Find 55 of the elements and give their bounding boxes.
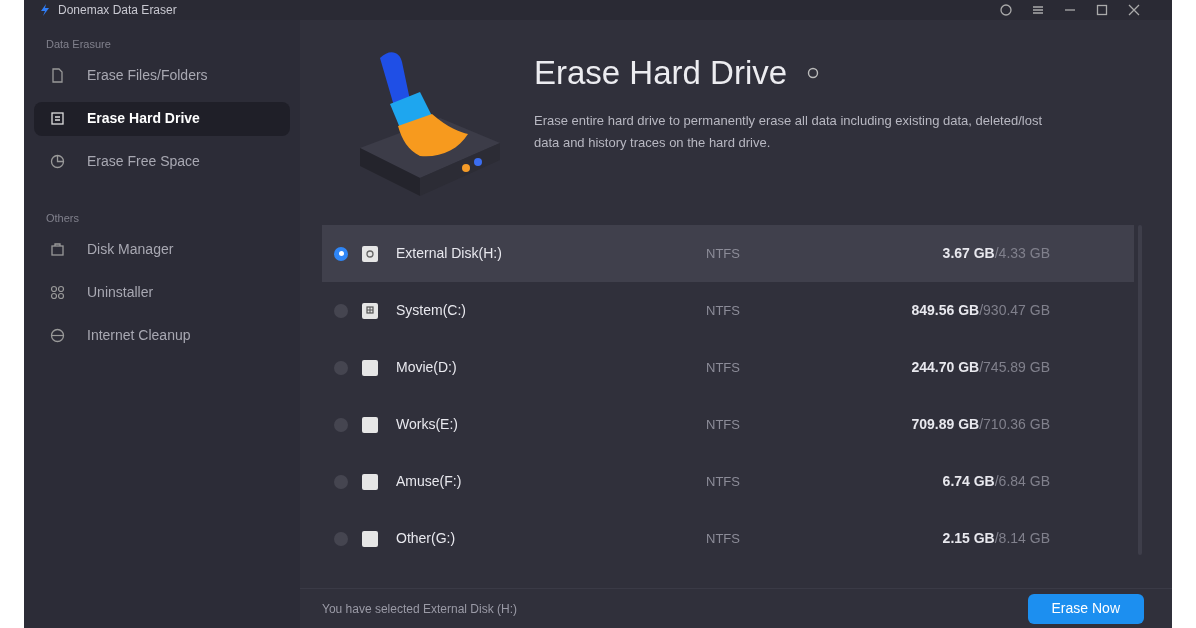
page-title: Erase Hard Drive bbox=[534, 53, 788, 93]
close-icon[interactable] bbox=[1128, 4, 1140, 16]
disk-name: External Disk(H:) bbox=[396, 244, 503, 263]
total-space: /745.89 GB bbox=[979, 358, 1050, 377]
used-space: 244.70 GB bbox=[911, 358, 980, 377]
used-space: 3.67 GB bbox=[942, 244, 995, 263]
file-system: NTFS bbox=[706, 301, 741, 320]
used-space: 709.89 GB bbox=[911, 415, 980, 434]
briefcase-icon bbox=[50, 241, 65, 257]
window-title: Donemax Data Eraser bbox=[58, 2, 177, 19]
disk-name: Movie(D:) bbox=[396, 358, 458, 377]
used-space: 2.15 GB bbox=[942, 529, 995, 548]
total-space: /6.84 GB bbox=[994, 472, 1050, 491]
menu-icon[interactable] bbox=[1032, 4, 1044, 16]
sidebar-item[interactable]: Uninstaller bbox=[34, 275, 290, 309]
grid-icon bbox=[50, 284, 65, 300]
disk-row[interactable]: External Disk(H:) NTFS 3.67 GB/4.33 GB bbox=[322, 225, 1134, 282]
total-space: /710.36 GB bbox=[979, 415, 1050, 434]
file-system: NTFS bbox=[706, 244, 741, 263]
sidebar-item[interactable]: Erase Free Space bbox=[34, 144, 290, 179]
app-logo-icon bbox=[40, 4, 50, 16]
sidebar-item[interactable]: Erase Files/Folders bbox=[34, 58, 290, 93]
used-space: 6.74 GB bbox=[942, 472, 995, 491]
refresh-icon[interactable] bbox=[807, 66, 820, 79]
total-space: /4.33 GB bbox=[994, 244, 1050, 263]
section-heading: Data Erasure bbox=[45, 37, 112, 52]
total-space: /930.47 GB bbox=[979, 301, 1050, 320]
used-space: 849.56 GB bbox=[911, 301, 980, 320]
sidebar-item[interactable]: Erase Hard Drive bbox=[34, 101, 290, 136]
disk-row[interactable]: Works(E:) NTFS 709.89 GB/710.36 GB bbox=[322, 396, 1134, 453]
disk-name: Other(G:) bbox=[396, 529, 457, 548]
disk-name: System(C:) bbox=[396, 301, 467, 320]
file-icon bbox=[50, 68, 65, 83]
file-system: NTFS bbox=[706, 358, 741, 377]
help-icon[interactable] bbox=[1000, 4, 1012, 16]
radio-button[interactable] bbox=[334, 246, 348, 261]
disk-row[interactable]: Amuse(F:) NTFS 6.74 GB/6.84 GB bbox=[322, 453, 1134, 510]
globe-icon bbox=[50, 327, 65, 343]
drive-icon bbox=[50, 111, 65, 126]
selection-status: You have selected External Disk (H:) bbox=[322, 600, 517, 618]
sidebar-item[interactable]: Internet Cleanup bbox=[34, 318, 290, 352]
total-space: /8.14 GB bbox=[994, 529, 1050, 548]
pie-chart-icon bbox=[50, 154, 65, 169]
file-system: NTFS bbox=[706, 472, 741, 491]
disk-row[interactable]: Movie(D:) NTFS 244.70 GB/745.89 GB bbox=[322, 339, 1134, 396]
maximize-icon[interactable] bbox=[1096, 4, 1108, 16]
file-system: NTFS bbox=[706, 529, 741, 548]
page-description: Erase entire hard drive to permanently erase all data including existing data, deleted/lost data and history traces on the hard drive. bbox=[534, 111, 1044, 152]
sidebar-item[interactable]: Disk Manager bbox=[34, 232, 290, 266]
disk-row[interactable]: Other(G:) NTFS 2.15 GB/8.14 GB bbox=[322, 510, 1134, 567]
disk-row[interactable]: System(C:) NTFS 849.56 GB/930.47 GB bbox=[322, 282, 1134, 339]
section-heading: Others bbox=[45, 210, 80, 226]
disk-name: Works(E:) bbox=[396, 415, 459, 434]
disk-name: Amuse(F:) bbox=[396, 472, 463, 491]
file-system: NTFS bbox=[706, 415, 741, 434]
